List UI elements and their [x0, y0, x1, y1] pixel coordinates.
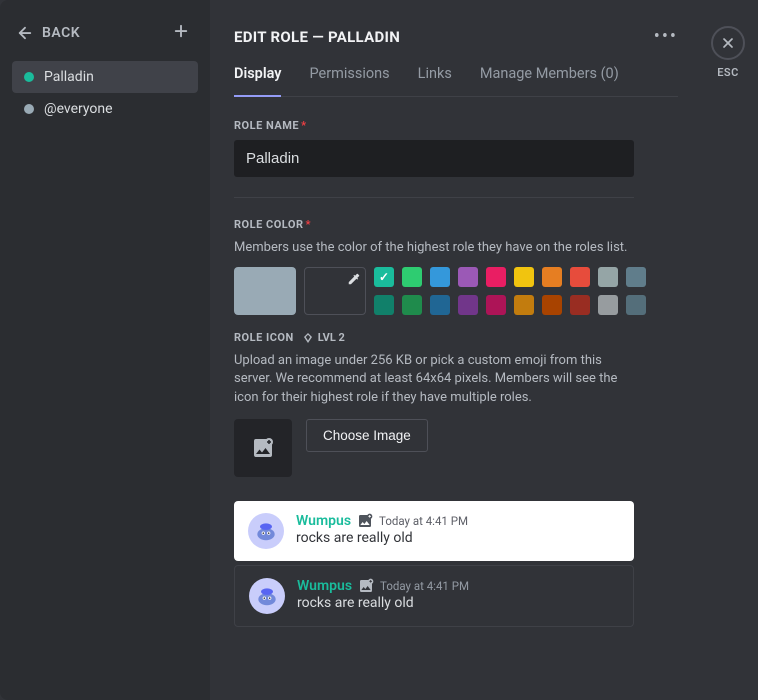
color-swatch[interactable] — [542, 267, 562, 287]
color-swatch[interactable] — [486, 267, 506, 287]
boost-gem-icon — [302, 332, 314, 344]
color-swatch[interactable] — [514, 267, 534, 287]
eyedropper-icon — [347, 272, 361, 286]
sidebar-role-palladin[interactable]: Palladin — [12, 61, 198, 93]
role-name-label: Palladin — [44, 69, 94, 85]
role-color-help: Members use the color of the highest rol… — [234, 239, 634, 257]
choose-image-button[interactable]: Choose Image — [306, 419, 428, 452]
role-icon-preview-icon — [357, 513, 373, 529]
more-options-button[interactable]: ••• — [654, 26, 678, 47]
role-name-label: @everyone — [44, 101, 113, 117]
color-swatch[interactable] — [374, 267, 394, 287]
add-role-button[interactable] — [172, 22, 190, 43]
roles-sidebar: BACK Palladin @everyone — [0, 0, 210, 700]
color-swatch[interactable] — [374, 295, 394, 315]
sidebar-header: BACK — [12, 22, 198, 61]
color-swatch[interactable] — [570, 267, 590, 287]
message-body: Wumpus Today at 4:41 PM rocks are really… — [296, 513, 468, 546]
wumpus-icon — [254, 583, 280, 609]
message-username: Wumpus — [297, 578, 352, 594]
tab-links[interactable]: Links — [418, 65, 452, 96]
esc-label: ESC — [717, 66, 739, 79]
role-name-input[interactable] — [234, 140, 634, 177]
tabs: Display Permissions Links Manage Members… — [234, 65, 678, 97]
icon-upload-row: Choose Image — [234, 419, 678, 477]
required-icon: * — [306, 218, 312, 231]
message-timestamp: Today at 4:41 PM — [380, 579, 469, 593]
color-swatch[interactable] — [598, 267, 618, 287]
image-upload-icon — [251, 436, 275, 460]
tab-manage-members[interactable]: Manage Members (0) — [480, 65, 619, 96]
color-swatch[interactable] — [458, 295, 478, 315]
message-header: Wumpus Today at 4:41 PM — [297, 578, 469, 594]
color-swatch[interactable] — [542, 295, 562, 315]
tab-permissions[interactable]: Permissions — [309, 65, 389, 96]
default-color-swatch[interactable] — [234, 267, 296, 315]
avatar — [248, 513, 284, 549]
boost-level-badge: LVL 2 — [302, 331, 345, 344]
role-color-label: ROLE COLOR* — [234, 218, 678, 231]
color-swatch-grid — [374, 267, 646, 315]
avatar — [249, 578, 285, 614]
color-swatch[interactable] — [626, 295, 646, 315]
role-icon-label: ROLE ICON — [234, 331, 294, 344]
main-content: EDIT ROLE — PALLADIN ••• Display Permiss… — [210, 0, 698, 700]
role-icon-help: Upload an image under 256 KB or pick a c… — [234, 352, 634, 407]
required-icon: * — [301, 119, 307, 132]
message-preview-light: Wumpus Today at 4:41 PM rocks are really… — [234, 501, 634, 561]
sidebar-role-everyone[interactable]: @everyone — [12, 93, 198, 125]
tab-display[interactable]: Display — [234, 65, 281, 96]
message-text: rocks are really old — [297, 595, 469, 611]
icon-upload-dropzone[interactable] — [234, 419, 292, 477]
page-title: EDIT ROLE — PALLADIN — [234, 28, 400, 46]
color-swatch[interactable] — [598, 295, 618, 315]
message-preview-dark: Wumpus Today at 4:41 PM rocks are really… — [234, 565, 634, 627]
role-icon-preview-icon — [358, 578, 374, 594]
color-swatch[interactable] — [402, 295, 422, 315]
role-color-dot — [24, 72, 34, 82]
back-button[interactable]: BACK — [16, 24, 80, 42]
custom-color-swatch[interactable] — [304, 267, 366, 315]
color-swatch-row — [234, 267, 678, 315]
message-header: Wumpus Today at 4:41 PM — [296, 513, 468, 529]
color-swatch[interactable] — [402, 267, 422, 287]
esc-column: ESC — [698, 0, 758, 700]
color-swatch[interactable] — [514, 295, 534, 315]
title-row: EDIT ROLE — PALLADIN ••• — [234, 26, 678, 47]
plus-icon — [172, 22, 190, 40]
color-swatch[interactable] — [570, 295, 590, 315]
message-username: Wumpus — [296, 513, 351, 529]
back-label: BACK — [42, 25, 80, 41]
message-text: rocks are really old — [296, 530, 468, 546]
arrow-left-icon — [16, 24, 34, 42]
color-swatch[interactable] — [458, 267, 478, 287]
message-body: Wumpus Today at 4:41 PM rocks are really… — [297, 578, 469, 611]
color-swatch[interactable] — [626, 267, 646, 287]
color-swatch[interactable] — [430, 295, 450, 315]
color-swatch[interactable] — [430, 267, 450, 287]
role-name-label: ROLE NAME* — [234, 119, 678, 132]
message-timestamp: Today at 4:41 PM — [379, 514, 468, 528]
close-button[interactable] — [711, 26, 745, 60]
role-icon-header: ROLE ICON LVL 2 — [234, 331, 678, 344]
divider — [234, 197, 634, 198]
role-color-dot — [24, 104, 34, 114]
close-icon — [720, 35, 736, 51]
color-swatch[interactable] — [486, 295, 506, 315]
wumpus-icon — [253, 518, 279, 544]
